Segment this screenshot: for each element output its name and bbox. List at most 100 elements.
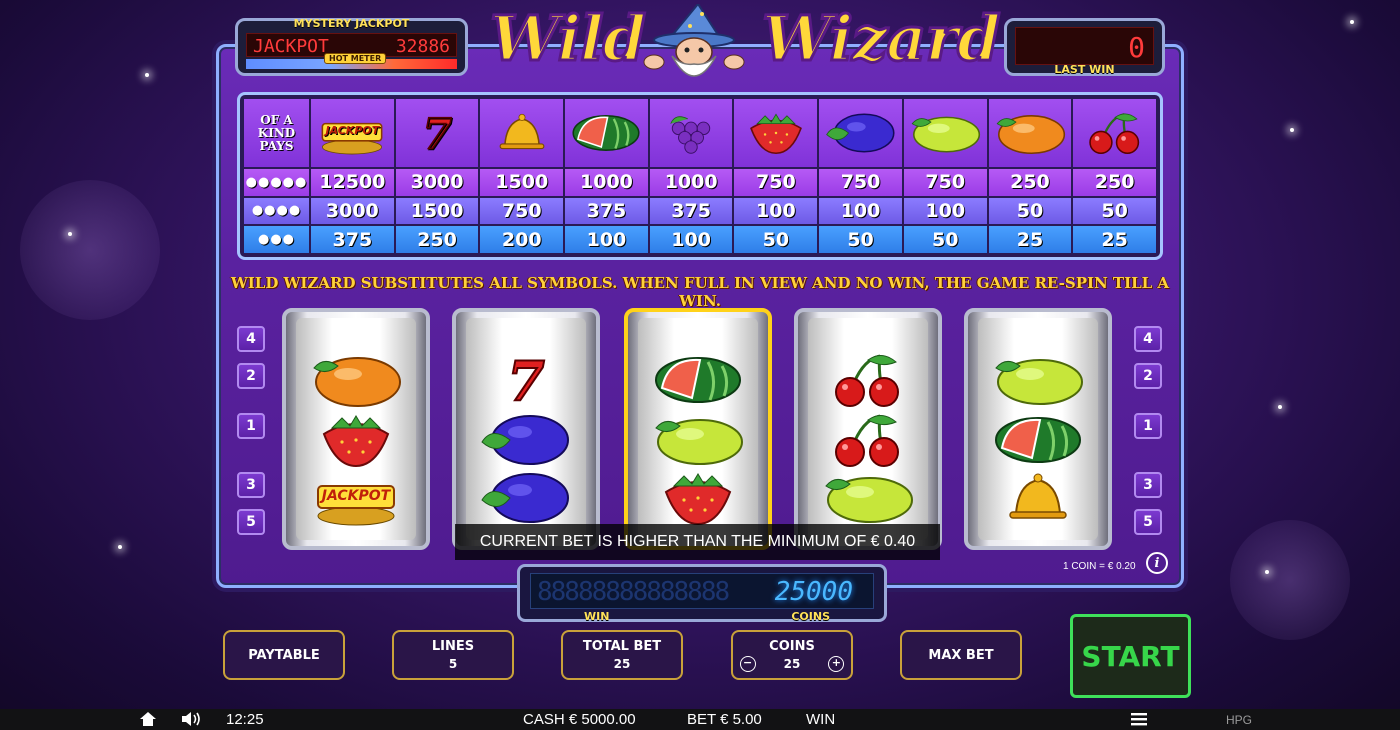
reel-window (808, 318, 928, 540)
line-button-5-left[interactable]: 5 (237, 509, 265, 535)
logo-text-right: Wizard (761, 1, 1002, 77)
reel-4 (794, 308, 942, 550)
hot-meter-label: HOT METER (324, 53, 387, 64)
line-button-3-right[interactable]: 3 (1134, 472, 1162, 498)
watermelon-icon (567, 108, 645, 158)
cash-balance: CASH € 5000.00 (523, 711, 636, 728)
line-button-5-right[interactable]: 5 (1134, 509, 1162, 535)
paytable-value: 25 (988, 226, 1072, 253)
coins-plus-button[interactable]: + (828, 655, 845, 672)
paytable-value: 1500 (480, 169, 564, 196)
jackpot-symbol-text: JACKPOT (321, 488, 391, 504)
total-bet-label: TOTAL BET (582, 639, 662, 654)
total-bet-button[interactable]: TOTAL BET 25 (561, 630, 683, 680)
jackpot-icon: JACKPOT (313, 108, 391, 158)
nebula-glow (1230, 520, 1350, 640)
seven-icon: 7 (476, 348, 576, 414)
paytable-value: 3000 (311, 197, 394, 225)
paytable-value: 375 (311, 226, 394, 253)
line-button-2-right[interactable]: 2 (1134, 363, 1162, 389)
paytable-value: 100 (649, 226, 733, 253)
orange-icon (991, 108, 1069, 158)
svg-text:7: 7 (507, 352, 545, 408)
win-display-panel: 88888888888888 25000 WIN COINS (517, 564, 887, 623)
jackpot-value: 32886 (395, 36, 450, 57)
paytable-value: 3000 (395, 169, 479, 196)
last-win-value: 0 (1128, 31, 1145, 64)
paytable-value: 375 (649, 197, 733, 225)
bell-icon (988, 470, 1088, 526)
line-button-1-right[interactable]: 1 (1134, 413, 1162, 439)
home-icon[interactable] (139, 711, 157, 727)
watermelon-icon (648, 352, 748, 408)
paytable-value: 12500 (311, 169, 394, 196)
coins-minus-button[interactable]: − (739, 655, 756, 672)
cherries-icon (818, 352, 918, 408)
reel-2: 7 (452, 308, 600, 550)
coins-label: COINS (791, 610, 830, 623)
paytable-value: 50 (988, 197, 1072, 225)
paytable-symbol-jackpot: JACKPOT (311, 99, 394, 167)
paytable-symbol-cherries (1073, 99, 1156, 167)
max-bet-button[interactable]: MAX BET (900, 630, 1022, 680)
mystery-jackpot-panel: MYSTERY JACKPOT JACKPOT 32886 HOT METER (235, 17, 468, 76)
coins-control: COINS − 25 + (731, 630, 853, 680)
star (1265, 570, 1269, 574)
last-win-panel: 0 LAST WIN (1004, 18, 1165, 76)
reel-window (638, 318, 758, 540)
clock-time: 12:25 (226, 711, 264, 728)
coin-value-text: 1 COIN = € 0.20 (1063, 561, 1136, 572)
paytable-value: 1500 (395, 197, 479, 225)
bet-amount: BET € 5.00 (687, 711, 762, 728)
coins-stepper: − 25 + (739, 655, 845, 672)
paytable-symbol-grapes (649, 99, 733, 167)
cherries-icon (1076, 108, 1154, 158)
paytable-symbol-lemon (903, 99, 987, 167)
paytable-value: 750 (480, 197, 564, 225)
start-button[interactable]: START (1070, 614, 1191, 698)
paytable-symbol-watermelon (565, 99, 648, 167)
win-display-ghost-digits: 88888888888888 (537, 577, 730, 607)
info-icon[interactable]: i (1146, 552, 1168, 574)
grapes-icon (652, 108, 730, 158)
paytable-row-label: ●●● (244, 226, 309, 253)
paytable-value: 100 (565, 226, 648, 253)
reel-window (978, 318, 1098, 540)
logo-text-left: Wild (489, 1, 648, 77)
paytable-button-label: PAYTABLE (248, 647, 320, 663)
line-button-1-left[interactable]: 1 (237, 413, 265, 439)
paytable-row-label: ●●●● (244, 197, 309, 225)
star (1290, 128, 1294, 132)
paytable-button[interactable]: PAYTABLE (223, 630, 345, 680)
line-button-4-left[interactable]: 4 (237, 326, 265, 352)
plum-icon (822, 108, 900, 158)
paytable-value: 250 (1073, 169, 1156, 196)
paytable-value: 100 (819, 197, 902, 225)
paytable-value: 250 (988, 169, 1072, 196)
line-button-3-left[interactable]: 3 (237, 472, 265, 498)
line-button-2-left[interactable]: 2 (237, 363, 265, 389)
lemon-icon (648, 412, 748, 468)
provider-brand: HPG (1226, 713, 1253, 727)
paytable-value: 750 (734, 169, 818, 196)
plum-icon (476, 412, 576, 468)
lines-value: 5 (448, 657, 458, 671)
paytable-value: 1000 (649, 169, 733, 196)
bell-icon (483, 108, 561, 158)
plum-icon (476, 470, 576, 526)
star (118, 545, 122, 549)
paytable-value: 50 (819, 226, 902, 253)
sound-icon[interactable] (180, 711, 202, 727)
lines-button[interactable]: LINES 5 (392, 630, 514, 680)
paytable-value: 50 (1073, 197, 1156, 225)
line-button-4-right[interactable]: 4 (1134, 326, 1162, 352)
menu-icon[interactable] (1130, 712, 1148, 726)
nebula-glow (20, 180, 160, 320)
mystery-jackpot-title: MYSTERY JACKPOT (293, 17, 410, 30)
paytable-row-label: ●●●●● (244, 169, 309, 196)
paytable-value: 1000 (565, 169, 648, 196)
paytable-symbol-strawberry (734, 99, 818, 167)
strawberry-icon (306, 412, 406, 468)
paytable-value: 50 (903, 226, 987, 253)
paytable-grid: OF A KIND PAYS JACKPOT 7 ●●●●● 12500 3000 150… (237, 92, 1163, 260)
